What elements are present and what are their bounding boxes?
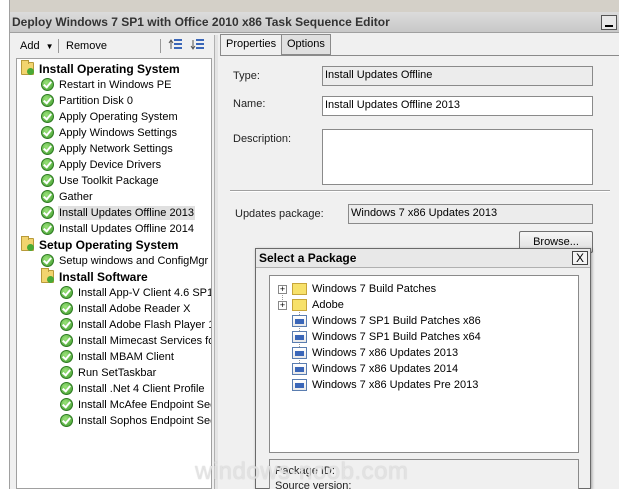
folder-icon [292,299,307,311]
name-field[interactable]: Install Updates Offline 2013 [322,96,593,116]
group-folder-icon [21,236,34,251]
package-list-item[interactable]: Windows 7 x86 Updates 2014 [270,361,570,377]
package-icon [292,331,307,343]
expand-icon[interactable]: + [278,301,287,310]
toolbar-divider [58,39,59,53]
description-field[interactable] [322,129,593,185]
package-icon [292,315,307,327]
check-icon [60,350,73,363]
toolbar-divider [160,39,161,53]
check-icon [41,174,54,187]
check-icon [60,286,73,299]
pane-splitter[interactable] [214,35,218,489]
package-list-item[interactable]: Windows 7 x86 Updates Pre 2013 [270,377,570,393]
dialog-title: Select a Package [259,251,357,265]
window-title: Deploy Windows 7 SP1 with Office 2010 x8… [12,15,390,29]
check-icon [41,110,54,123]
description-label: Description: [233,133,292,145]
check-icon [41,78,54,91]
watermark: windows-noob.com [195,458,409,485]
group-folder-icon [41,268,54,283]
updates-package-label: Updates package: [235,208,324,220]
check-icon [60,382,73,395]
add-menu-button[interactable]: Add ▼ [20,38,54,54]
package-list-item[interactable]: Windows 7 SP1 Build Patches x64 [270,329,570,345]
check-icon [41,158,54,171]
folder-icon [292,283,307,295]
package-list-item[interactable]: Windows 7 x86 Updates 2013 [270,345,570,361]
check-icon [41,254,54,267]
group-folder-icon [21,60,34,75]
check-icon [41,94,54,107]
check-icon [41,190,54,203]
select-package-dialog: Select a Package X + Windows 7 Build Pat… [255,248,591,489]
name-label: Name: [233,98,266,110]
tab-properties[interactable]: Properties [220,34,283,56]
package-icon [292,347,307,359]
section-divider [230,190,610,192]
remove-button[interactable]: Remove [66,38,107,54]
check-icon [60,334,73,347]
title-bar: Deploy Windows 7 SP1 with Office 2010 x8… [10,12,619,33]
check-icon [60,398,73,411]
check-icon [41,206,54,219]
move-down-icon[interactable] [190,37,206,53]
updates-package-field: Windows 7 x86 Updates 2013 [348,204,593,224]
package-icon [292,363,307,375]
tree-toolbar: Add ▼ Remove [12,35,212,57]
chevron-down-icon: ▼ [45,42,54,51]
check-icon [60,414,73,427]
package-tree: + Windows 7 Build Patches + Adobe Window… [269,275,579,453]
dialog-title-bar: Select a Package X [256,249,590,268]
type-label: Type: [233,70,260,82]
task-sequence-tree: Install Operating System Restart in Wind… [16,58,212,489]
move-up-icon[interactable] [168,37,184,53]
add-label: Add [20,40,40,52]
background-window-edge [0,0,10,489]
tab-options[interactable]: Options [281,34,331,55]
package-folder-item[interactable]: + Adobe [270,297,570,313]
package-folder-item[interactable]: + Windows 7 Build Patches [270,281,570,297]
close-button[interactable]: X [572,251,588,265]
minimize-button[interactable] [601,15,617,30]
check-icon [41,142,54,155]
check-icon [60,302,73,315]
check-icon [60,366,73,379]
check-icon [60,318,73,331]
expand-icon[interactable]: + [278,285,287,294]
check-icon [41,126,54,139]
type-field: Install Updates Offline [322,66,593,86]
package-list-item[interactable]: Windows 7 SP1 Build Patches x86 [270,313,570,329]
package-icon [292,379,307,391]
check-icon [41,222,54,235]
